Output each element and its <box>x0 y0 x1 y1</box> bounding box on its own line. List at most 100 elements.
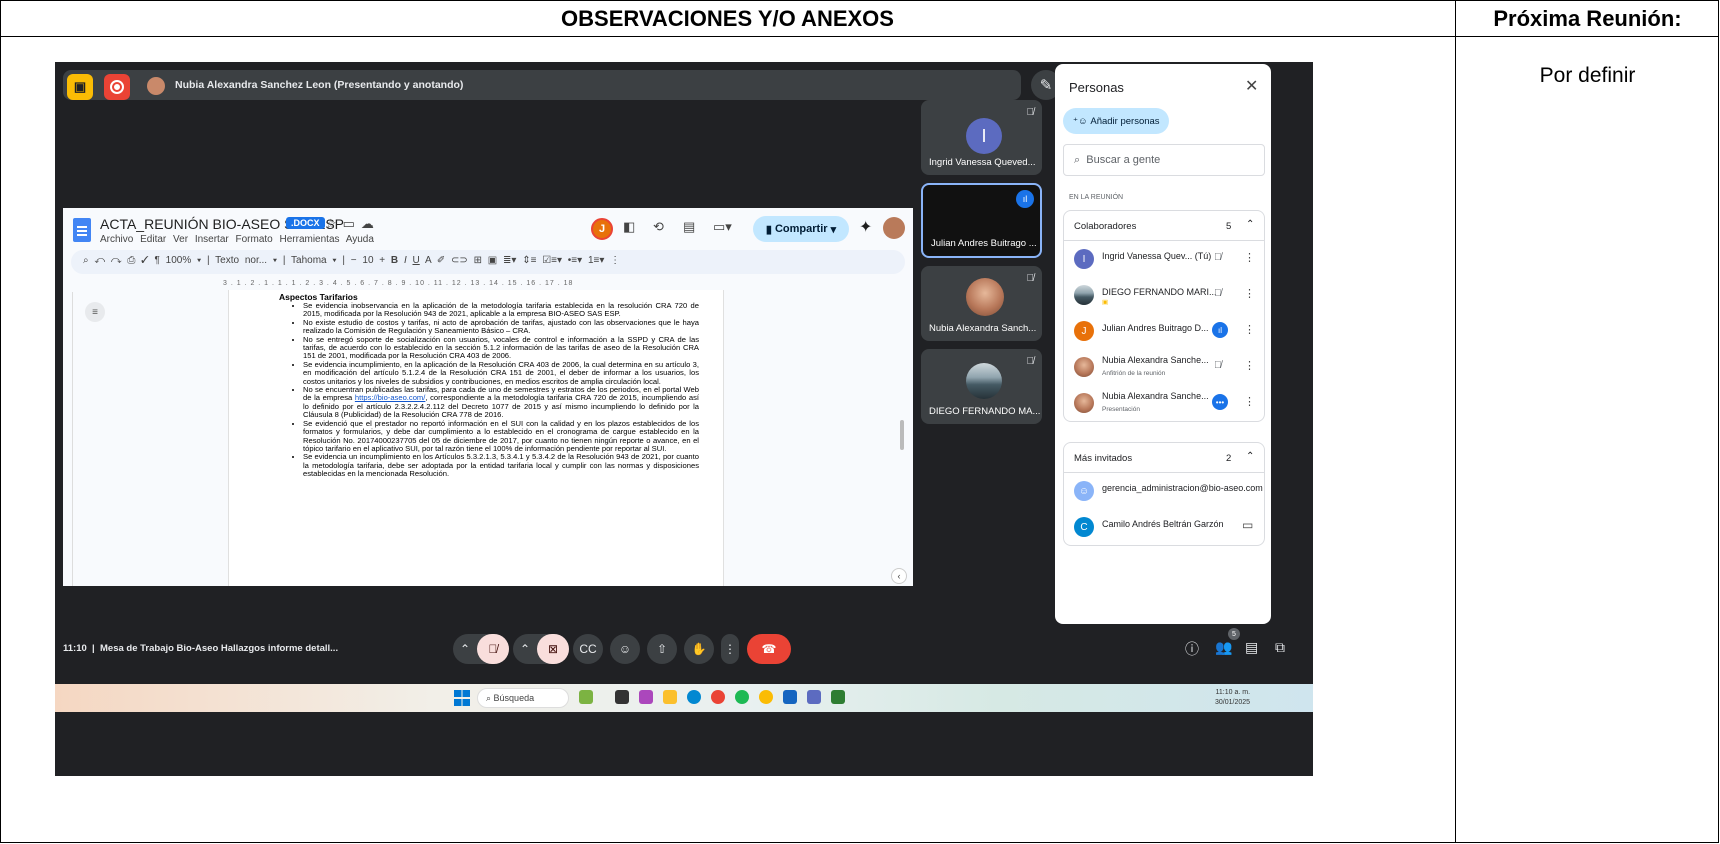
excel-icon[interactable] <box>831 690 845 704</box>
tile-name: Julian Andres Buitrago ... <box>931 238 1037 249</box>
copilot-icon[interactable] <box>639 690 653 704</box>
outline-icon[interactable]: ≡ <box>85 302 105 322</box>
user-avatar-j[interactable]: J <box>591 218 613 240</box>
raise-hand-button[interactable]: ✋ <box>684 634 714 664</box>
chat-icon[interactable]: ▭ <box>1242 518 1253 532</box>
spellcheck-icon[interactable]: ✓ <box>141 255 149 266</box>
camera-off-icon: ⊠ <box>537 634 569 664</box>
search-people-input[interactable]: ⌕ Buscar a gente <box>1063 144 1265 176</box>
recording-icon[interactable] <box>104 74 130 100</box>
hang-up-button[interactable]: ☎ <box>747 634 791 664</box>
info-icon[interactable]: ⓘ <box>1185 639 1199 659</box>
more-icon: ⋮ <box>724 642 736 656</box>
docx-badge: .DOCX <box>286 217 325 229</box>
file-explorer-icon[interactable] <box>663 690 677 704</box>
comment-icon[interactable]: ⊞ <box>474 255 482 266</box>
list-item[interactable]: Nubia Alexandra Sanche... Presentación •… <box>1064 385 1264 421</box>
list-item[interactable]: ☺ gerencia_administracion@bio-aseo.com <box>1064 473 1264 509</box>
system-clock[interactable]: 11:10 a. m. 30/01/2025 <box>1215 688 1250 708</box>
star-icon[interactable]: ☆▭☁ <box>325 216 380 232</box>
doc-menu-bar[interactable]: Archivo Editar Ver Insertar Formato Herr… <box>100 234 374 245</box>
list-item[interactable]: C Camilo Andrés Beltrán Garzón ▭ <box>1064 509 1264 545</box>
bullet-list-icon[interactable]: •≡▾ <box>568 255 582 266</box>
list-item: No se encuentran publicadas las tarifas,… <box>303 385 699 420</box>
security-icon[interactable] <box>807 690 821 704</box>
text-color-icon[interactable]: A <box>425 255 431 266</box>
image-icon[interactable]: ▣ <box>488 255 497 266</box>
gemini-icon[interactable]: ✦ <box>859 217 872 237</box>
tile-nubia[interactable]: 🎙̸ Nubia Alexandra Sanch... <box>921 266 1042 341</box>
italic-icon[interactable]: I <box>404 255 407 266</box>
history-icon[interactable]: ⟲ <box>653 219 664 235</box>
checklist-icon[interactable]: ☑≡▾ <box>542 255 562 266</box>
list-item[interactable]: Nubia Alexandra Sanche... Anfitrión de l… <box>1064 349 1264 385</box>
underline-icon[interactable]: U <box>413 255 420 266</box>
numbered-list-icon[interactable]: 1≡▾ <box>588 255 604 266</box>
tile-julian[interactable]: ıl Julian Andres Buitrago ... <box>921 183 1042 258</box>
stop-sharing-icon[interactable]: ▣ <box>67 74 93 100</box>
chevron-up-icon[interactable]: ⌃ <box>1246 219 1254 230</box>
spotify-icon[interactable] <box>735 690 749 704</box>
close-icon[interactable]: ✕ <box>1245 76 1258 96</box>
list-item[interactable]: I Ingrid Vanessa Quev... (Tú) 🎙̸ ⋮ <box>1064 241 1264 277</box>
reactions-button[interactable]: ☺ <box>610 634 640 664</box>
paint-format-icon[interactable]: ¶ <box>154 255 159 266</box>
more-options-icon[interactable]: ⋮ <box>1244 287 1255 300</box>
bold-icon[interactable]: B <box>391 255 398 266</box>
highlight-icon[interactable]: ✐ <box>437 255 445 266</box>
people-icon[interactable]: 👥 <box>1215 639 1232 656</box>
more-options-button[interactable]: ⋮ <box>721 634 739 664</box>
style-select[interactable]: Texto nor... <box>215 255 267 266</box>
more-icon[interactable]: ⋮ <box>610 255 620 266</box>
chrome-profile-icon[interactable] <box>759 690 773 704</box>
line-spacing-icon[interactable]: ⇕≡ <box>522 255 536 266</box>
redo-icon[interactable]: ↷ <box>111 255 122 266</box>
chat-icon[interactable]: ▤ <box>1245 639 1258 656</box>
word-icon[interactable] <box>783 690 797 704</box>
font-select[interactable]: Tahoma <box>291 255 327 266</box>
camera-toggle-button[interactable]: ⌃ ⊠ <box>513 634 569 664</box>
tile-diego[interactable]: 🎙̸ DIEGO FERNANDO MA... <box>921 349 1042 424</box>
windows-start-icon[interactable] <box>454 690 470 706</box>
more-options-icon[interactable]: ⋮ <box>1244 395 1255 408</box>
chat-icon[interactable]: ◧ <box>623 219 635 235</box>
list-item: Se evidencia incumplimiento, en la aplic… <box>303 360 699 386</box>
undo-icon[interactable]: ↶ <box>94 255 105 266</box>
search-icon[interactable]: ⌕ <box>83 255 89 266</box>
collapse-chevron-icon[interactable]: ‹ <box>891 568 907 584</box>
share-label: Compartir <box>774 223 828 235</box>
align-icon[interactable]: ≣▾ <box>503 255 516 266</box>
account-avatar[interactable] <box>883 217 905 239</box>
comments-icon[interactable]: ▤ <box>683 219 695 235</box>
present-button[interactable]: ⇧ <box>647 634 677 664</box>
list-item[interactable]: DIEGO FERNANDO MARI... ▣ 🎙̸ ⋮ <box>1064 277 1264 313</box>
list-item[interactable]: J Julian Andres Buitrago D... ıl ⋮ <box>1064 313 1264 349</box>
more-options-icon[interactable]: ⋮ <box>1244 251 1255 264</box>
captions-button[interactable]: CC <box>573 634 603 664</box>
column-divider <box>1455 0 1456 843</box>
meet-icon[interactable]: ▭▾ <box>713 219 732 235</box>
share-button[interactable]: ▮ Compartir ▾ <box>753 216 849 242</box>
zoom-select[interactable]: 100% <box>166 255 192 266</box>
more-options-icon[interactable]: ⋮ <box>1244 323 1255 336</box>
sharing-icon: ▣ <box>1102 299 1109 306</box>
list-item: No existe estudio de costos y tarifas, n… <box>303 318 699 336</box>
activities-icon[interactable]: ⧉ <box>1275 639 1285 656</box>
chevron-up-icon[interactable]: ⌃ <box>1246 451 1254 462</box>
print-icon[interactable]: ⎙ <box>127 255 135 266</box>
font-size-input[interactable]: 10 <box>362 255 373 266</box>
collaborators-header[interactable]: Colaboradores 5 ⌃ <box>1064 211 1264 241</box>
mic-toggle-button[interactable]: ⌃ 🎙̸ <box>453 634 509 664</box>
add-people-button[interactable]: ⁺☺ Añadir personas <box>1063 108 1169 134</box>
guests-header[interactable]: Más invitados 2 ⌃ <box>1064 443 1264 473</box>
chrome-icon[interactable] <box>711 690 725 704</box>
tile-ingrid[interactable]: 🎙̸ I Ingrid Vanessa Queved... <box>921 100 1042 175</box>
taskbar-search[interactable]: ⌕ Búsqueda <box>477 688 569 708</box>
link-icon[interactable]: ⊂⊃ <box>451 255 468 266</box>
taskview-icon[interactable] <box>615 690 629 704</box>
present-icon: ⇧ <box>656 642 668 656</box>
widget-icon[interactable] <box>579 690 593 704</box>
doc-scrollbar[interactable] <box>900 420 904 450</box>
more-options-icon[interactable]: ⋮ <box>1244 359 1255 372</box>
edge-icon[interactable] <box>687 690 701 704</box>
